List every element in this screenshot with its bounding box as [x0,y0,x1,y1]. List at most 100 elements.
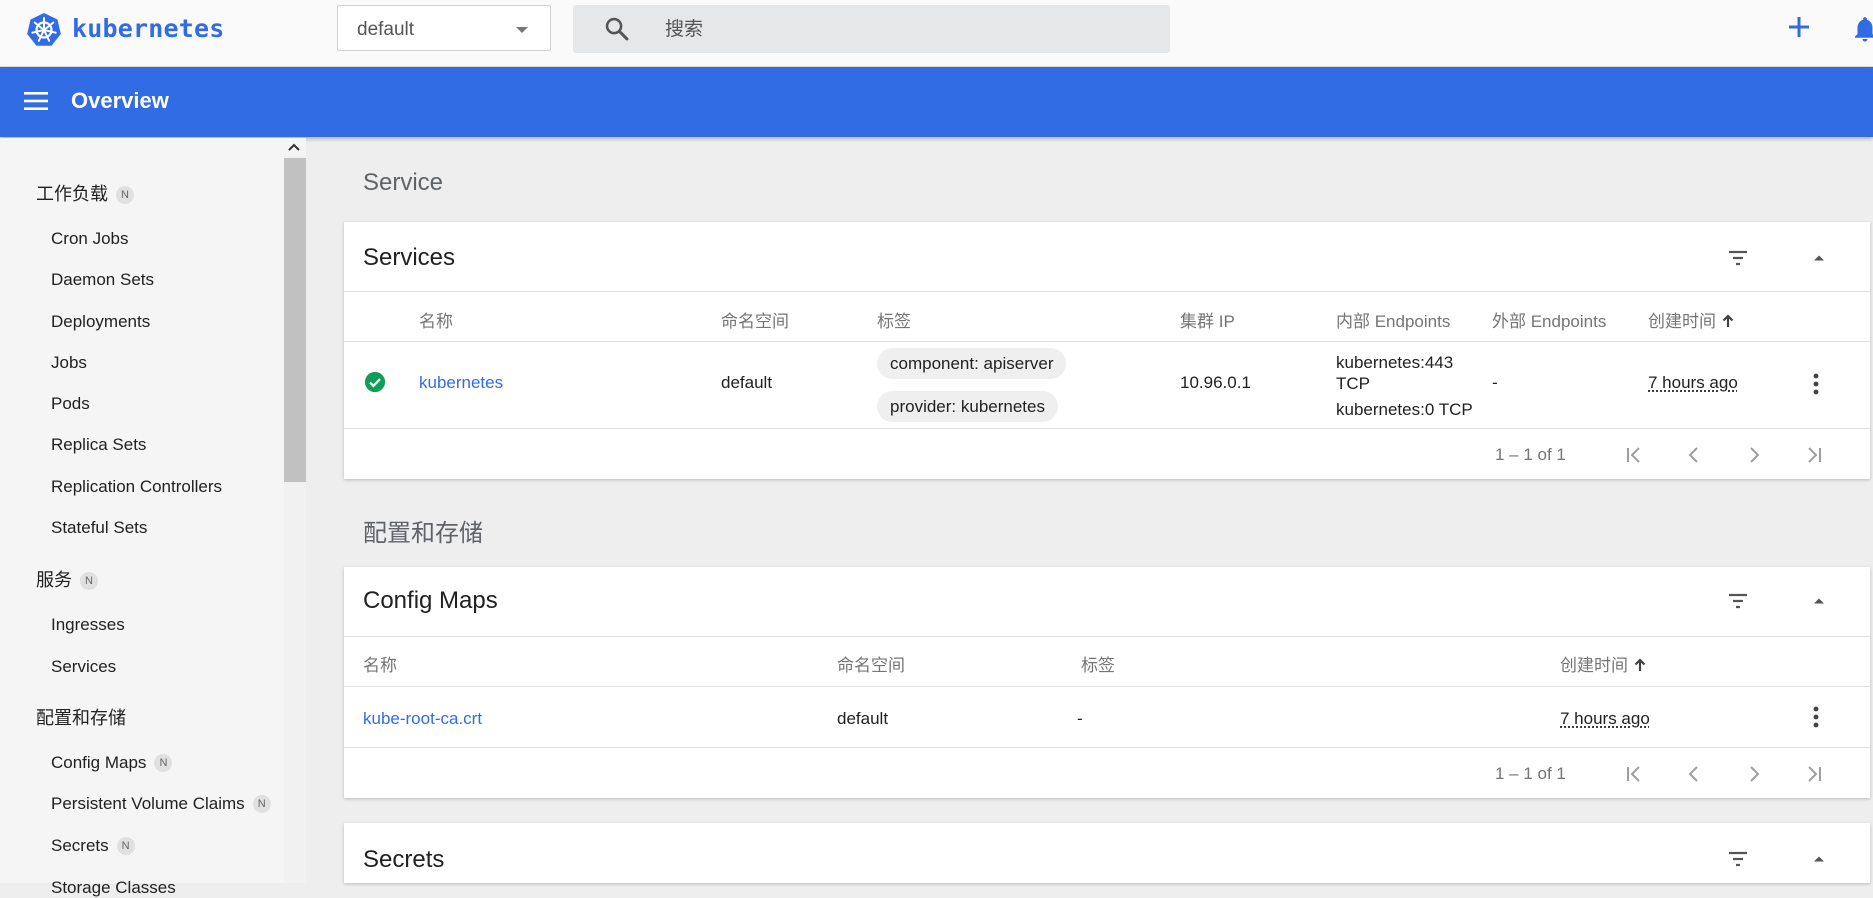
sidebar-item-secrets[interactable]: Secrets N [51,836,135,856]
kubernetes-logo[interactable] [26,12,62,48]
card-title: Config Maps [363,587,498,614]
column-header-label: 创建时间 [1648,312,1716,331]
arrow-up-icon [1634,658,1646,671]
sidebar-item-services[interactable]: Services [51,657,116,677]
new-badge: N [116,186,134,204]
column-header-internal-endpoints: 内部 Endpoints [1336,312,1451,331]
sidebar-item-stateful-sets[interactable]: Stateful Sets [51,518,147,538]
arrow-up-icon [1722,314,1734,327]
more-vert-icon[interactable] [1812,372,1820,396]
column-header-name[interactable]: 名称 [419,307,453,332]
last-page-icon[interactable] [1802,443,1826,467]
service-name-link[interactable]: kubernetes [419,373,503,393]
column-header-labels: 标签 [1081,656,1115,675]
more-vert-icon[interactable] [1812,705,1820,729]
check-circle-icon [364,371,386,393]
new-badge: N [116,837,135,855]
chevron-up-icon[interactable] [286,140,302,154]
sidebar-item-label: Secrets [51,836,109,855]
top-bar: kubernetes default [0,0,1873,67]
sidebar-item-pods[interactable]: Pods [51,394,90,414]
pagination-range: 1 – 1 of 1 [1495,764,1566,783]
column-header-created[interactable]: 创建时间 [1560,651,1647,676]
namespace-cell: default [837,709,889,728]
card-title: Services [363,244,456,271]
new-badge: N [154,754,173,772]
filter-icon[interactable] [1725,589,1751,613]
menu-icon[interactable] [24,91,48,111]
divider [344,747,1870,748]
sidebar-section-label: 工作负载 [36,184,108,204]
internal-endpoint: kubernetes:0 TCP [1336,400,1473,419]
section-title-service: Service [363,169,444,196]
filter-icon[interactable] [1725,847,1751,871]
sidebar-section-config-storage[interactable]: 配置和存储 [36,704,126,730]
column-header-created[interactable]: 创建时间 [1648,307,1735,332]
sidebar-section-workloads[interactable]: 工作负载 N [36,180,134,206]
search-box [573,5,1170,53]
sidebar-scrollbar-thumb[interactable] [284,158,306,482]
divider [344,686,1870,687]
collapse-icon[interactable] [1809,591,1829,611]
sidebar-item-replica-sets[interactable]: Replica Sets [51,435,146,455]
chevron-right-icon[interactable] [1742,443,1766,467]
first-page-icon[interactable] [1622,443,1646,467]
card-title: Secrets [363,846,445,873]
sidebar-item-config-maps[interactable]: Config Maps N [51,753,173,773]
divider [344,291,1870,292]
sidebar-item-persistent-volume-claims[interactable]: Persistent Volume Claims N [51,794,271,814]
first-page-icon[interactable] [1622,762,1646,786]
search-icon [605,17,629,41]
config-maps-card: Config Maps 名称 命名空间 标签 创建时间 kube-root-ca… [344,567,1870,798]
column-header-name[interactable]: 名称 [363,651,397,676]
sidebar-item-label: Config Maps [51,753,147,772]
column-header-labels: 标签 [877,312,911,331]
chevron-left-icon[interactable] [1682,443,1706,467]
page-toolbar: Overview [0,67,1873,137]
new-badge: N [252,795,271,813]
chevron-right-icon[interactable] [1742,762,1766,786]
sidebar-item-cron-jobs[interactable]: Cron Jobs [51,229,128,249]
sidebar-section-services[interactable]: 服务 N [36,566,98,592]
bell-icon[interactable] [1850,14,1873,44]
search-input[interactable] [663,14,1147,46]
pagination-range: 1 – 1 of 1 [1495,445,1566,464]
namespace-select[interactable]: default [337,5,551,51]
created-time: 7 hours ago [1560,709,1650,728]
chevron-left-icon[interactable] [1682,762,1706,786]
created-time: 7 hours ago [1648,373,1738,392]
column-header-cluster-ip: 集群 IP [1180,312,1235,331]
cluster-ip-cell: 10.96.0.1 [1180,373,1251,392]
services-card: Services 名称 命名空间 标签 集群 IP 内部 Endpoints 外… [344,222,1870,479]
internal-endpoint: kubernetes:443 TCP [1336,353,1454,393]
namespace-value: default [357,19,415,40]
config-map-name-link[interactable]: kube-root-ca.crt [363,709,482,729]
divider [344,636,1870,637]
filter-icon[interactable] [1725,246,1751,270]
labels-cell: - [1077,709,1083,728]
plus-icon[interactable] [1784,12,1814,42]
sidebar-item-ingresses[interactable]: Ingresses [51,615,125,635]
page-title: Overview [71,88,169,113]
collapse-icon[interactable] [1809,849,1829,869]
sidebar-section-label: 服务 [36,570,72,590]
sidebar-item-deployments[interactable]: Deployments [51,312,150,332]
collapse-icon[interactable] [1809,248,1829,268]
external-endpoints-cell: - [1492,373,1498,392]
chevron-down-icon [516,27,528,33]
sidebar: 工作负载 N Cron Jobs Daemon Sets Deployments … [0,138,306,897]
sidebar-item-jobs[interactable]: Jobs [51,353,87,373]
column-header-label: 创建时间 [1560,656,1628,675]
column-header-namespace: 命名空间 [837,656,905,675]
secrets-card: Secrets [344,823,1870,883]
new-badge: N [80,572,98,590]
sidebar-item-storage-classes[interactable]: Storage Classes [51,878,176,898]
sidebar-item-replication-controllers[interactable]: Replication Controllers [51,477,222,497]
column-header-namespace: 命名空间 [721,312,789,331]
sidebar-item-daemon-sets[interactable]: Daemon Sets [51,270,154,290]
last-page-icon[interactable] [1802,762,1826,786]
sidebar-item-label: Persistent Volume Claims [51,794,245,813]
label-chip: component: apiserver [877,348,1067,379]
label-chip: provider: kubernetes [877,391,1058,422]
brand-name[interactable]: kubernetes [72,14,225,43]
